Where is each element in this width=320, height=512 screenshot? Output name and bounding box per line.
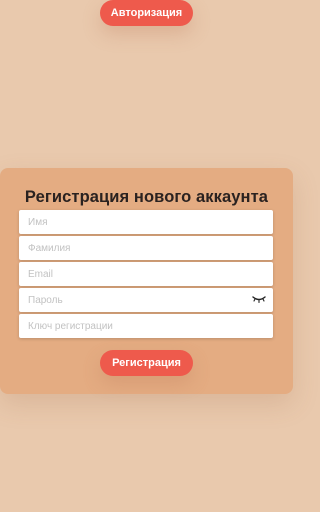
- registration-key-field[interactable]: [19, 314, 273, 338]
- first-name-input[interactable]: [28, 216, 245, 228]
- password-input[interactable]: [28, 294, 245, 306]
- registration-title: Регистрация нового аккаунта: [24, 188, 269, 206]
- register-button[interactable]: Регистрация: [100, 350, 193, 376]
- registration-key-input[interactable]: [28, 320, 245, 332]
- last-name-field[interactable]: [19, 236, 273, 260]
- last-name-input[interactable]: [28, 242, 245, 254]
- password-field[interactable]: [19, 288, 273, 312]
- eye-closed-icon[interactable]: [251, 293, 267, 305]
- email-input[interactable]: [28, 268, 245, 280]
- page: Авторизация Регистрация нового аккаунта: [0, 0, 293, 512]
- login-button[interactable]: Авторизация: [100, 0, 193, 26]
- first-name-field[interactable]: [19, 210, 273, 234]
- email-field[interactable]: [19, 262, 273, 286]
